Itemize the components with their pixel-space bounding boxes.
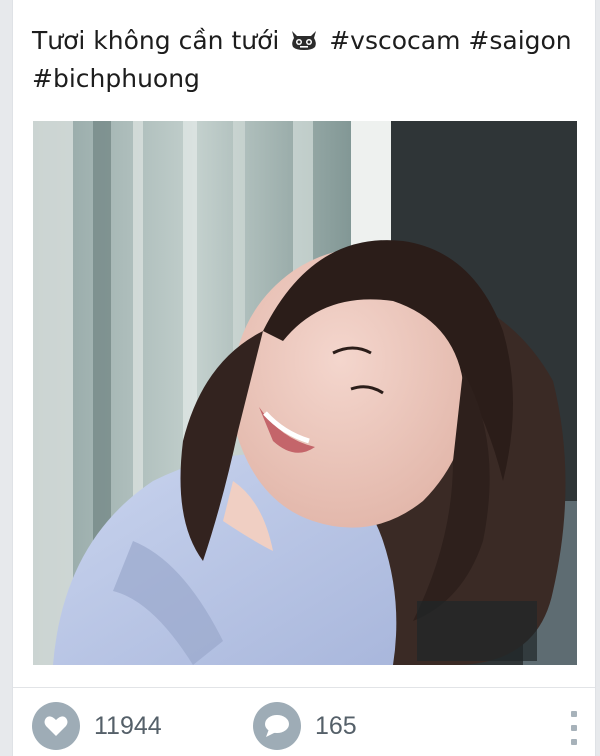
comment-button[interactable]: 165	[253, 701, 357, 751]
alien-face-icon	[292, 31, 317, 50]
more-options-button[interactable]	[567, 711, 581, 745]
caption-text: Tươi không cần tưới	[32, 26, 280, 55]
selfie-photo	[33, 121, 577, 665]
speech-bubble-icon[interactable]	[253, 702, 301, 750]
like-button[interactable]: 11944	[32, 701, 162, 751]
comments-count: 165	[315, 711, 357, 740]
post-caption: Tươi không cần tưới #vscocam #saigon #bic…	[32, 22, 582, 98]
caption-tags-line2: #bichphuong	[32, 64, 200, 93]
vertical-dots-icon	[571, 711, 577, 717]
post-photo[interactable]	[33, 121, 577, 665]
post-card: Tươi không cần tưới #vscocam #saigon #bic…	[12, 0, 596, 756]
caption-tags: #vscocam #saigon	[329, 26, 572, 55]
heart-icon[interactable]	[32, 702, 80, 750]
likes-count: 11944	[94, 711, 162, 740]
action-divider	[13, 687, 595, 688]
